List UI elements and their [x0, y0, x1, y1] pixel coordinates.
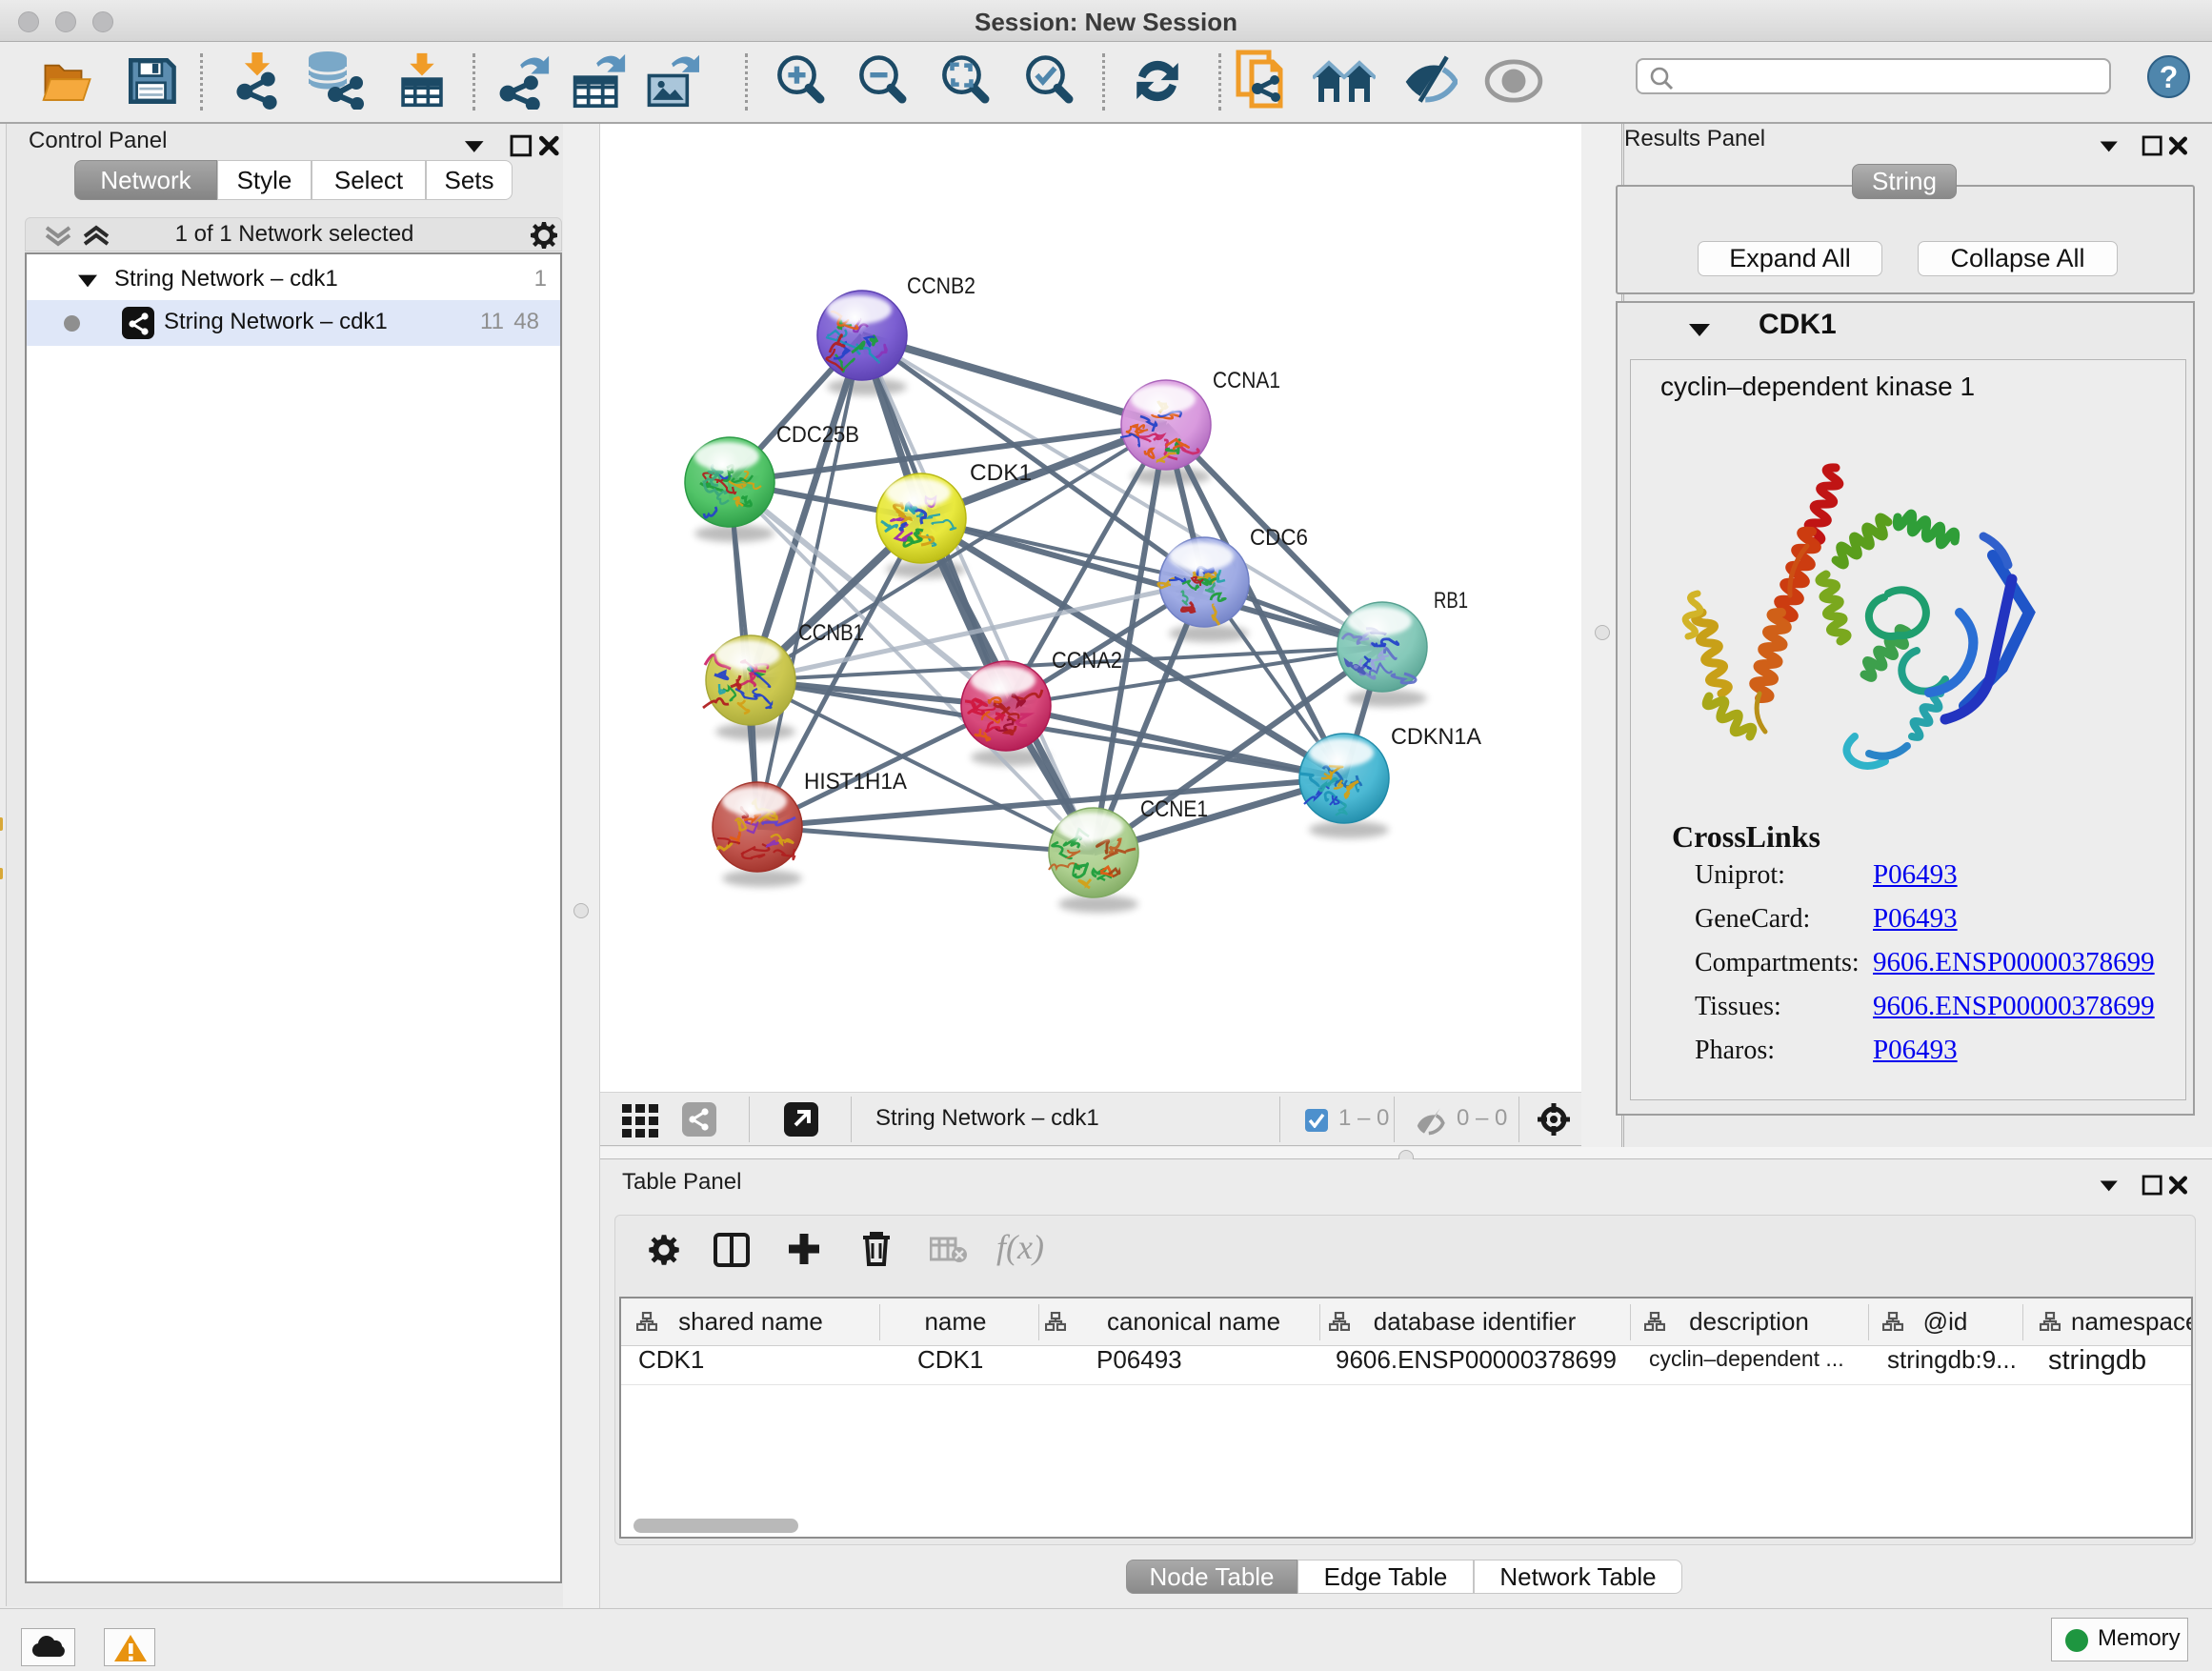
svg-text:RB1: RB1: [1434, 588, 1468, 614]
svg-text:CCNE1: CCNE1: [1140, 796, 1208, 822]
svg-text:CCNA2: CCNA2: [1052, 648, 1122, 674]
svg-text:CCNA1: CCNA1: [1213, 368, 1280, 393]
svg-text:CDC25B: CDC25B: [776, 422, 859, 448]
svg-text:CCNB2: CCNB2: [907, 273, 975, 299]
svg-text:CDK1: CDK1: [970, 460, 1032, 486]
svg-text:CDKN1A: CDKN1A: [1391, 724, 1481, 750]
svg-text:HIST1H1A: HIST1H1A: [804, 769, 907, 795]
svg-text:CDC6: CDC6: [1250, 525, 1308, 551]
svg-text:CCNB1: CCNB1: [798, 620, 864, 646]
